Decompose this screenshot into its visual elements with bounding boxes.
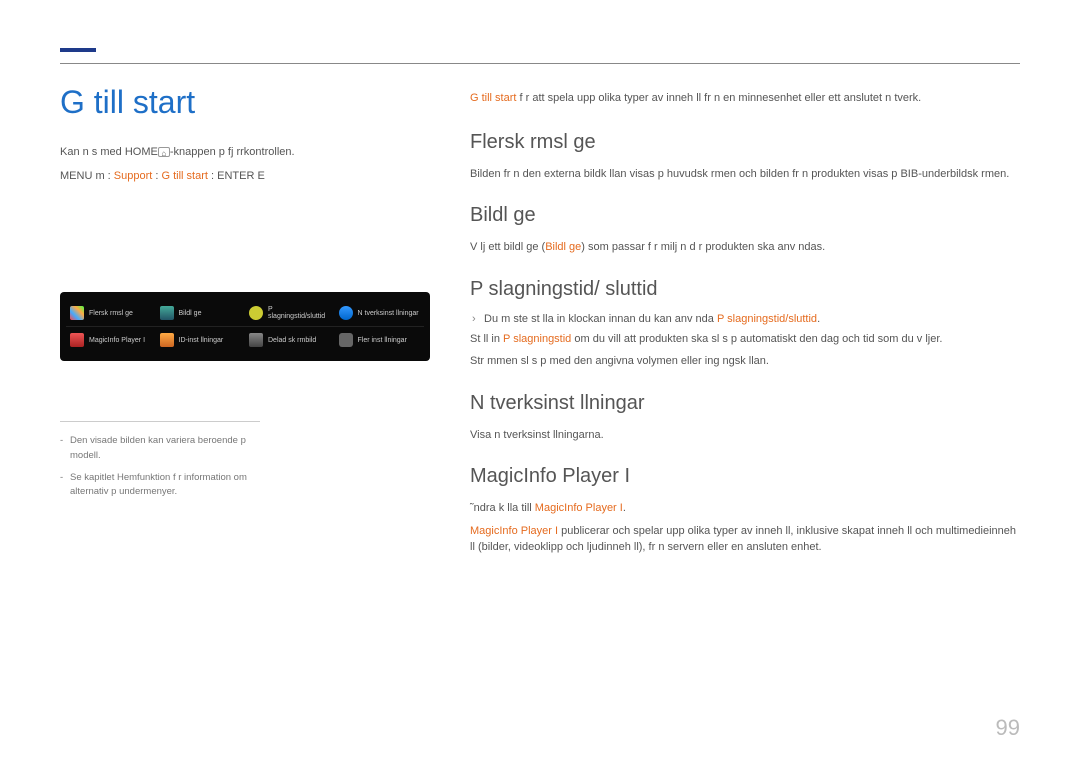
right-column: G till start f r att spela upp olika typ… xyxy=(470,84,1020,578)
paslagning-bullet: Du m ste st lla in klockan innan du kan … xyxy=(470,313,1020,325)
id-icon xyxy=(160,333,174,347)
page-title: G till start xyxy=(60,84,430,121)
paslagning-body2: Str mmen sl s p med den angivna volymen … xyxy=(470,353,1020,370)
section-flerskarm-body: Bilden fr n den externa bildk llan visas… xyxy=(470,166,1020,183)
magicinfo-body1-pre: ˜ndra k lla till xyxy=(470,502,535,514)
section-paslagning-body: St ll in P slagningstid om du vill att p… xyxy=(470,331,1020,370)
breadcrumb-support: Support xyxy=(114,170,153,182)
section-natverk-body: Visa n tverksinst llningarna. xyxy=(470,427,1020,444)
timer-icon xyxy=(249,306,263,320)
menu-item-idsettings[interactable]: ID-inst llningar xyxy=(156,327,246,353)
gear-icon xyxy=(339,333,353,347)
menu-item-videowall[interactable]: Delad sk rmbild xyxy=(245,327,335,353)
breadcrumb-gotostart: G till start xyxy=(161,170,207,182)
home-icon: ⌂ xyxy=(158,147,170,157)
page-layout: G till start Kan n s med HOME⌂-knappen p… xyxy=(60,84,1020,578)
menu-label: N tverksinst llningar xyxy=(358,310,419,317)
intro-highlight: G till start xyxy=(470,92,516,104)
multiscreen-icon xyxy=(70,306,84,320)
menu-label: ID-inst llningar xyxy=(179,337,224,344)
network-icon xyxy=(339,306,353,320)
menu-item-multiscreen[interactable]: Flersk rmsl ge xyxy=(66,300,156,326)
magicinfo-body1-hl: MagicInfo Player I xyxy=(535,502,623,514)
top-rule xyxy=(60,48,1020,64)
menu-item-picturemode[interactable]: Bildl ge xyxy=(156,300,246,326)
menu-item-network[interactable]: N tverksinst llningar xyxy=(335,300,425,326)
section-magicinfo-body: ˜ndra k lla till MagicInfo Player I. Mag… xyxy=(470,500,1020,556)
section-magicinfo-title: MagicInfo Player I xyxy=(470,465,1020,488)
menu-label: P slagningstid/sluttid xyxy=(268,306,331,320)
breadcrumb: MENU m : Support : G till start : ENTER … xyxy=(60,170,430,182)
menu-row-2: MagicInfo Player I ID-inst llningar Dela… xyxy=(66,327,424,353)
menu-label: Bildl ge xyxy=(179,310,202,317)
section-flerskarm-title: Flersk rmsl ge xyxy=(470,131,1020,154)
menu-row-1: Flersk rmsl ge Bildl ge P slagningstid/s… xyxy=(66,300,424,327)
menu-label: Fler inst llningar xyxy=(358,337,407,344)
magicinfo-body1-post: . xyxy=(623,502,626,514)
footnotes: Den visade bilden kan variera beroende p… xyxy=(60,421,260,499)
picture-icon xyxy=(160,306,174,320)
paslagning-bullet-post: . xyxy=(817,313,820,325)
bildlage-post: ) som passar f r milj n d r produkten sk… xyxy=(581,241,825,253)
paslagning-body1-post: om du vill att produkten ska sl s p auto… xyxy=(571,333,942,345)
section-bildlage-body: V lj ett bildl ge (Bildl ge) som passar … xyxy=(470,239,1020,256)
videowall-icon xyxy=(249,333,263,347)
section-natverk-title: N tverksinst llningar xyxy=(470,392,1020,415)
intro-text: G till start f r att spela upp olika typ… xyxy=(470,90,1020,107)
menu-label: Delad sk rmbild xyxy=(268,337,316,344)
menu-label: MagicInfo Player I xyxy=(89,337,145,344)
menu-item-timer[interactable]: P slagningstid/sluttid xyxy=(245,300,335,326)
page-number: 99 xyxy=(996,715,1020,741)
intro-rest: f r att spela upp olika typer av inneh l… xyxy=(516,92,921,104)
magicinfo-body2-hl: MagicInfo Player I xyxy=(470,525,558,537)
chapter-marker xyxy=(60,48,96,52)
bildlage-pre: V lj ett bildl ge ( xyxy=(470,241,545,253)
menu-item-moresettings[interactable]: Fler inst llningar xyxy=(335,327,425,353)
note-home-post: -knappen p fj rrkontrollen. xyxy=(170,146,295,158)
note-home-pre: Kan n s med HOME xyxy=(60,146,158,158)
paslagning-bullet-pre: Du m ste st lla in klockan innan du kan … xyxy=(484,313,717,325)
section-paslagning-title: P slagningstid/ sluttid xyxy=(470,278,1020,301)
footnote-1: Den visade bilden kan variera beroende p… xyxy=(60,434,260,463)
menu-preview: Flersk rmsl ge Bildl ge P slagningstid/s… xyxy=(60,292,430,361)
menu-label: Flersk rmsl ge xyxy=(89,310,133,317)
breadcrumb-prefix: MENU m : xyxy=(60,170,114,182)
paslagning-body1-hl: P slagningstid xyxy=(503,333,571,345)
footnote-2: Se kapitlet Hemfunktion f r information … xyxy=(60,471,260,500)
magicinfo-icon xyxy=(70,333,84,347)
breadcrumb-enter: ENTER E xyxy=(217,170,265,182)
bildlage-hl: Bildl ge xyxy=(545,241,581,253)
paslagning-bullet-hl: P slagningstid/sluttid xyxy=(717,313,817,325)
paslagning-body1-pre: St ll in xyxy=(470,333,503,345)
section-bildlage-title: Bildl ge xyxy=(470,204,1020,227)
breadcrumb-sep2: : xyxy=(208,170,217,182)
left-column: G till start Kan n s med HOME⌂-knappen p… xyxy=(60,84,430,578)
menu-item-magicinfo[interactable]: MagicInfo Player I xyxy=(66,327,156,353)
home-button-note: Kan n s med HOME⌂-knappen p fj rrkontrol… xyxy=(60,145,430,160)
